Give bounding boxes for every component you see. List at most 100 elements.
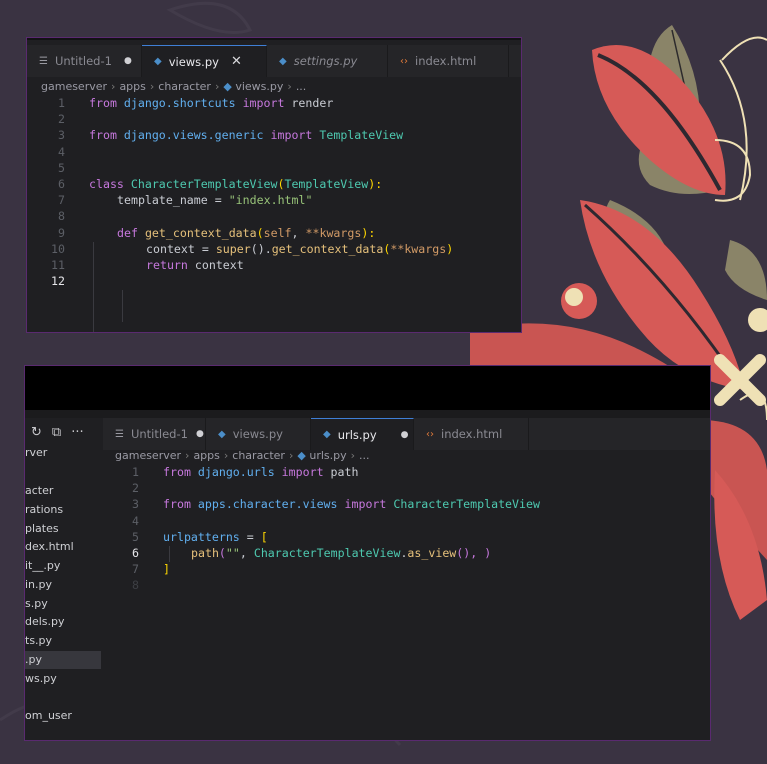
code-token: context bbox=[194, 257, 244, 272]
code-token: ): bbox=[361, 225, 376, 240]
code-token: urlpatterns bbox=[163, 529, 240, 544]
code-token: path bbox=[191, 545, 219, 560]
code-token: (). bbox=[250, 241, 272, 256]
code-line: 3 from django.views.generic import Templa… bbox=[35, 128, 515, 144]
code-token: class bbox=[89, 176, 124, 191]
python-file-icon: ◆ bbox=[323, 429, 331, 440]
code-token: TemplateView bbox=[319, 128, 404, 143]
code-token: CharacterTemplateView bbox=[253, 545, 401, 560]
editor-window-views: ☰ Untitled-1 ● ◆ views.py ✕ ◆ settings.p… bbox=[27, 38, 521, 332]
code-editor[interactable]: 1 from django.shortcuts import render 2 3… bbox=[35, 96, 515, 332]
code-token: super bbox=[215, 241, 251, 256]
line-number: 8 bbox=[132, 578, 139, 593]
tab-index-html[interactable]: ‹› index.html bbox=[388, 45, 509, 77]
tab-label: Untitled-1 bbox=[130, 427, 188, 441]
code-token: apps.character.views bbox=[197, 497, 338, 512]
code-token: django.shortcuts bbox=[123, 96, 236, 110]
explorer-item[interactable]: rations bbox=[25, 503, 63, 516]
code-line: 5 bbox=[35, 161, 515, 177]
python-file-icon: ◆ bbox=[154, 56, 162, 67]
tab-untitled-1[interactable]: ☰ Untitled-1 ● bbox=[27, 45, 142, 77]
tab-label: index.html bbox=[441, 427, 503, 441]
explorer-item[interactable]: ws.py bbox=[25, 672, 57, 685]
line-number: 8 bbox=[58, 209, 65, 224]
breadcrumb-item[interactable]: gameserver bbox=[41, 80, 107, 93]
code-line: 1 from django.urls import path bbox=[109, 465, 699, 481]
close-icon[interactable]: ✕ bbox=[231, 54, 242, 69]
unsaved-dot-icon: ● bbox=[123, 56, 132, 66]
tab-index-html[interactable]: ‹› index.html bbox=[414, 418, 529, 450]
chevron-right-icon: › bbox=[185, 449, 190, 462]
breadcrumb-item[interactable]: views.py bbox=[235, 80, 283, 93]
breadcrumb: gameserver › apps › character › ◆ views.py ›... bbox=[41, 80, 306, 93]
explorer-item[interactable]: s.py bbox=[25, 597, 48, 610]
code-token: import bbox=[344, 497, 387, 512]
code-token: get_context_data bbox=[144, 225, 257, 240]
explorer-item[interactable]: acter bbox=[25, 484, 53, 497]
code-line-current: 6 path("", CharacterTemplateView.as_view(… bbox=[109, 546, 699, 562]
code-line: 7] bbox=[109, 562, 699, 578]
explorer-item[interactable]: dels.py bbox=[25, 615, 65, 628]
explorer-item[interactable]: plates bbox=[25, 522, 59, 535]
breadcrumb-item[interactable]: ... bbox=[296, 80, 307, 93]
code-token: CharacterTemplateView bbox=[393, 497, 540, 512]
tab-urls-py[interactable]: ◆ urls.py ● bbox=[311, 418, 414, 450]
explorer-item[interactable]: in.py bbox=[25, 578, 52, 591]
code-line: 8 bbox=[109, 578, 699, 594]
chevron-right-icon: › bbox=[287, 80, 292, 93]
code-token: context bbox=[146, 241, 195, 256]
breadcrumb-item[interactable]: urls.py bbox=[309, 449, 346, 462]
tab-label: views.py bbox=[232, 427, 283, 441]
code-token: CharacterTemplateView bbox=[130, 176, 278, 191]
line-number: 2 bbox=[58, 112, 65, 127]
explorer-item[interactable]: it__.py bbox=[25, 559, 60, 572]
line-number: 5 bbox=[132, 529, 139, 544]
tab-untitled-1[interactable]: ☰ Untitled-1 ● bbox=[103, 418, 206, 450]
code-line: 11 return context bbox=[35, 258, 515, 274]
code-editor[interactable]: 1 from django.urls import path 2 3 from ap… bbox=[109, 465, 699, 595]
explorer-item[interactable]: dex.html bbox=[25, 540, 74, 553]
breadcrumb-item[interactable]: apps bbox=[119, 80, 145, 93]
line-number: 6 bbox=[58, 176, 65, 191]
text-file-icon: ☰ bbox=[39, 55, 48, 67]
line-number: 9 bbox=[58, 225, 65, 240]
python-file-icon: ◆ bbox=[223, 80, 236, 93]
tab-views-py[interactable]: ◆ views.py bbox=[206, 418, 311, 450]
editor-window-urls: ↻ ⧉ ··· ☰ Untitled-1 ● ◆ views.py ◆ urls… bbox=[25, 366, 710, 740]
tab-bar: ☰ Untitled-1 ● ◆ views.py ◆ urls.py ● ‹›… bbox=[103, 418, 710, 450]
refresh-icon[interactable]: ↻ bbox=[31, 425, 42, 440]
code-token: django.views.generic bbox=[123, 128, 264, 143]
explorer-item-selected[interactable]: .py bbox=[25, 653, 42, 666]
line-number: 1 bbox=[58, 96, 65, 110]
line-number: 6 bbox=[132, 545, 139, 560]
code-token: = bbox=[194, 241, 216, 256]
explorer-item[interactable]: rver bbox=[25, 446, 47, 459]
code-token: def bbox=[117, 225, 138, 240]
breadcrumb-item[interactable]: character bbox=[232, 449, 285, 462]
code-token: from bbox=[163, 497, 191, 512]
explorer-sidebar: rver acter rations plates dex.html it__.… bbox=[25, 446, 101, 740]
code-token: self bbox=[263, 225, 292, 240]
tab-settings-py[interactable]: ◆ settings.py bbox=[267, 45, 388, 77]
breadcrumb-item[interactable]: apps bbox=[193, 449, 219, 462]
code-token: [ bbox=[260, 529, 268, 544]
breadcrumb-item[interactable]: gameserver bbox=[115, 449, 181, 462]
code-token: django.urls bbox=[197, 465, 275, 479]
code-line: 4 bbox=[109, 514, 699, 530]
code-token: import bbox=[281, 465, 324, 479]
breadcrumb-item[interactable]: character bbox=[158, 80, 211, 93]
code-line: 6 class CharacterTemplateView(TemplateVie… bbox=[35, 177, 515, 193]
collapse-icon[interactable]: ⧉ bbox=[52, 425, 61, 440]
line-number: 5 bbox=[58, 160, 65, 175]
code-token: import bbox=[242, 96, 285, 110]
breadcrumb-item[interactable]: ... bbox=[359, 449, 370, 462]
explorer-item[interactable]: om_user bbox=[25, 709, 72, 722]
tab-views-py[interactable]: ◆ views.py ✕ bbox=[142, 45, 267, 77]
code-line: 7 template_name = "index.html" bbox=[35, 193, 515, 209]
code-token: , bbox=[239, 545, 254, 560]
code-line-current: 12 bbox=[35, 274, 515, 290]
more-icon[interactable]: ··· bbox=[71, 425, 83, 440]
explorer-item[interactable]: ts.py bbox=[25, 634, 52, 647]
chevron-right-icon: › bbox=[288, 449, 294, 462]
code-token: , bbox=[291, 225, 306, 240]
